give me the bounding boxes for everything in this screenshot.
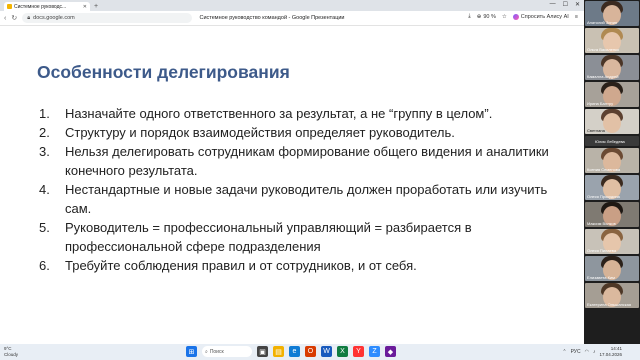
url-text: docs.google.com — [33, 15, 75, 21]
clock-date: 17.04.2026 — [599, 351, 622, 357]
alice-label: Спросить Алису AI — [520, 13, 569, 20]
zoom-value: 90 % — [483, 13, 496, 20]
participant-name: Камалла Андрей — [587, 74, 619, 79]
list-item: 6. Требуйте соблюдения правил и от сотруд… — [39, 256, 559, 275]
item-text: Руководитель = профессиональный управляю… — [65, 220, 472, 254]
participant-video[interactable]: Ксения Семенова — [585, 148, 639, 173]
wifi-icon[interactable]: ◠ — [585, 349, 589, 355]
bookmark-icon[interactable]: ☆ — [502, 14, 507, 20]
app-icon[interactable]: ◆ — [385, 346, 396, 357]
item-number: 4. — [39, 182, 50, 197]
volume-icon[interactable]: ♪ — [593, 349, 596, 355]
excel-icon[interactable]: X — [337, 346, 348, 357]
office-icon[interactable]: O — [305, 346, 316, 357]
participant-video[interactable]: Ирина Балтру — [585, 82, 639, 107]
list-item: 4. Нестандартные и новые задачи руководит… — [39, 180, 559, 218]
item-text: Требуйте соблюдения правил и от сотрудни… — [65, 258, 417, 273]
participant-tile-audio[interactable]: Юлия Лебедева — [585, 136, 639, 146]
list-item: 5. Руководитель = профессиональный управл… — [39, 218, 559, 256]
weather-widget[interactable]: 9°C Cloudy — [4, 346, 18, 357]
list-item: 1. Назначайте одного ответственного за ре… — [39, 104, 559, 123]
participant-name: Анатолий Зинин — [587, 20, 618, 25]
download-icon[interactable]: ⤓ — [468, 13, 470, 20]
participant-name: Олеся Пилаева — [587, 248, 617, 253]
participant-video[interactable]: Елизавета Ким — [585, 256, 639, 281]
back-icon[interactable]: ‹ — [4, 15, 6, 22]
slide-title: Особенности делегирования — [37, 62, 290, 82]
task-view-icon[interactable]: ▣ — [257, 346, 268, 357]
item-text: Нельзя делегировать сотрудникам формиров… — [65, 144, 549, 178]
participant-name: Ксения Семенова — [587, 167, 621, 172]
participant-name: Олеся Прокудина — [587, 194, 620, 199]
search-icon: ⌕ — [205, 348, 208, 355]
reload-icon[interactable]: ↻ — [11, 14, 17, 22]
url-field[interactable]: 🔒︎ docs.google.com — [22, 13, 193, 23]
participant-name: Максим Волков — [587, 221, 616, 226]
item-text: Структуру и порядок взаимодействия опред… — [65, 125, 455, 140]
item-number: 3. — [39, 144, 50, 159]
language-indicator[interactable]: РУС — [571, 349, 581, 355]
address-bar-actions: ⤓ ⊕ 90 % ☆ Спросить Алису AI ≡ — [468, 13, 578, 20]
participant-video[interactable]: Олеся Пилаева — [585, 229, 639, 254]
menu-icon[interactable]: ≡ — [575, 14, 578, 20]
tab-bar: Системное руководс... ✕ + — ☐ ✕ — [0, 0, 584, 11]
zoom-indicator[interactable]: ⊕ 90 % — [477, 14, 496, 20]
address-bar: ‹ ↻ 🔒︎ docs.google.com Системное руковод… — [0, 11, 584, 26]
participant-video[interactable]: Олеся Прокудина — [585, 175, 639, 200]
window-controls: — ☐ ✕ — [550, 1, 580, 8]
close-window-icon[interactable]: ✕ — [575, 1, 580, 8]
item-number: 2. — [39, 125, 50, 140]
participant-video[interactable]: Максим Волков — [585, 202, 639, 227]
zoom-app-icon[interactable]: Z — [369, 346, 380, 357]
presentation-slide: Особенности делегирования 1. Назначайте о… — [0, 26, 584, 344]
item-number: 1. — [39, 106, 50, 121]
close-tab-icon[interactable]: ✕ — [83, 4, 87, 10]
taskbar-search[interactable]: ⌕ Поиск — [202, 346, 252, 357]
participant-video[interactable]: Екатерина Ольшанская — [585, 283, 639, 308]
file-explorer-icon[interactable]: ▤ — [273, 346, 284, 357]
participant-name: Елизавета Ким — [587, 275, 615, 280]
participant-face — [603, 113, 621, 133]
word-icon[interactable]: W — [321, 346, 332, 357]
item-text: Нестандартные и новые задачи руководител… — [65, 182, 548, 216]
minimize-icon[interactable]: — — [550, 1, 556, 8]
participant-name: Светлана — [587, 128, 605, 133]
participant-name: Ольга Василенко — [587, 47, 620, 52]
participant-name: Юлия Лебедева — [595, 139, 625, 144]
list-item: 2. Структуру и порядок взаимодействия опр… — [39, 123, 559, 142]
slide-list: 1. Назначайте одного ответственного за ре… — [39, 104, 559, 275]
participant-video[interactable]: Анатолий Зинин — [585, 1, 639, 26]
edge-icon[interactable]: e — [289, 346, 300, 357]
participants-panel: Анатолий Зинин Ольга Василенко Камалла А… — [584, 0, 640, 344]
page-title: Системное руководство командой - Google … — [199, 15, 345, 21]
clock[interactable]: 14:41 17.04.2026 — [599, 346, 622, 357]
participant-name: Екатерина Ольшанская — [587, 302, 632, 307]
item-number: 5. — [39, 220, 50, 235]
new-tab-button[interactable]: + — [92, 2, 100, 11]
participant-name: Ирина Балтру — [587, 101, 614, 106]
item-number: 6. — [39, 258, 50, 273]
start-icon[interactable]: ⊞ — [186, 346, 197, 357]
yandex-browser-icon[interactable]: Y — [353, 346, 364, 357]
system-tray: ⌃ РУС ◠ ♪ 14:41 17.04.2026 — [562, 346, 622, 357]
tab-title: Системное руководс... — [14, 3, 67, 10]
browser-tab[interactable]: Системное руководс... ✕ — [4, 2, 90, 11]
participant-video[interactable]: Ольга Василенко — [585, 28, 639, 53]
weather-desc: Cloudy — [4, 351, 19, 357]
browser-window: Системное руководс... ✕ + — ☐ ✕ ‹ ↻ 🔒︎ d… — [0, 0, 584, 344]
participant-video[interactable]: Камалла Андрей — [585, 55, 639, 80]
list-item: 3. Нельзя делегировать сотрудникам формир… — [39, 142, 559, 180]
search-label: Поиск — [209, 348, 224, 355]
participant-video[interactable]: Светлана — [585, 109, 639, 134]
taskbar-apps: ⊞ ⌕ Поиск ▣ ▤ e O W X Y Z ◆ — [186, 346, 396, 357]
slides-icon — [7, 4, 12, 9]
chevron-up-icon[interactable]: ⌃ — [562, 349, 566, 355]
lock-icon: 🔒︎ — [27, 14, 31, 21]
item-text: Назначайте одного ответственного за резу… — [65, 106, 493, 121]
maximize-icon[interactable]: ☐ — [563, 1, 568, 8]
alice-button[interactable]: Спросить Алису AI — [512, 13, 569, 20]
alice-icon — [512, 13, 519, 20]
zoom-icon: ⊕ — [476, 13, 482, 20]
taskbar: 9°C Cloudy ⊞ ⌕ Поиск ▣ ▤ e O W X Y Z ◆ ⌃… — [0, 344, 640, 360]
